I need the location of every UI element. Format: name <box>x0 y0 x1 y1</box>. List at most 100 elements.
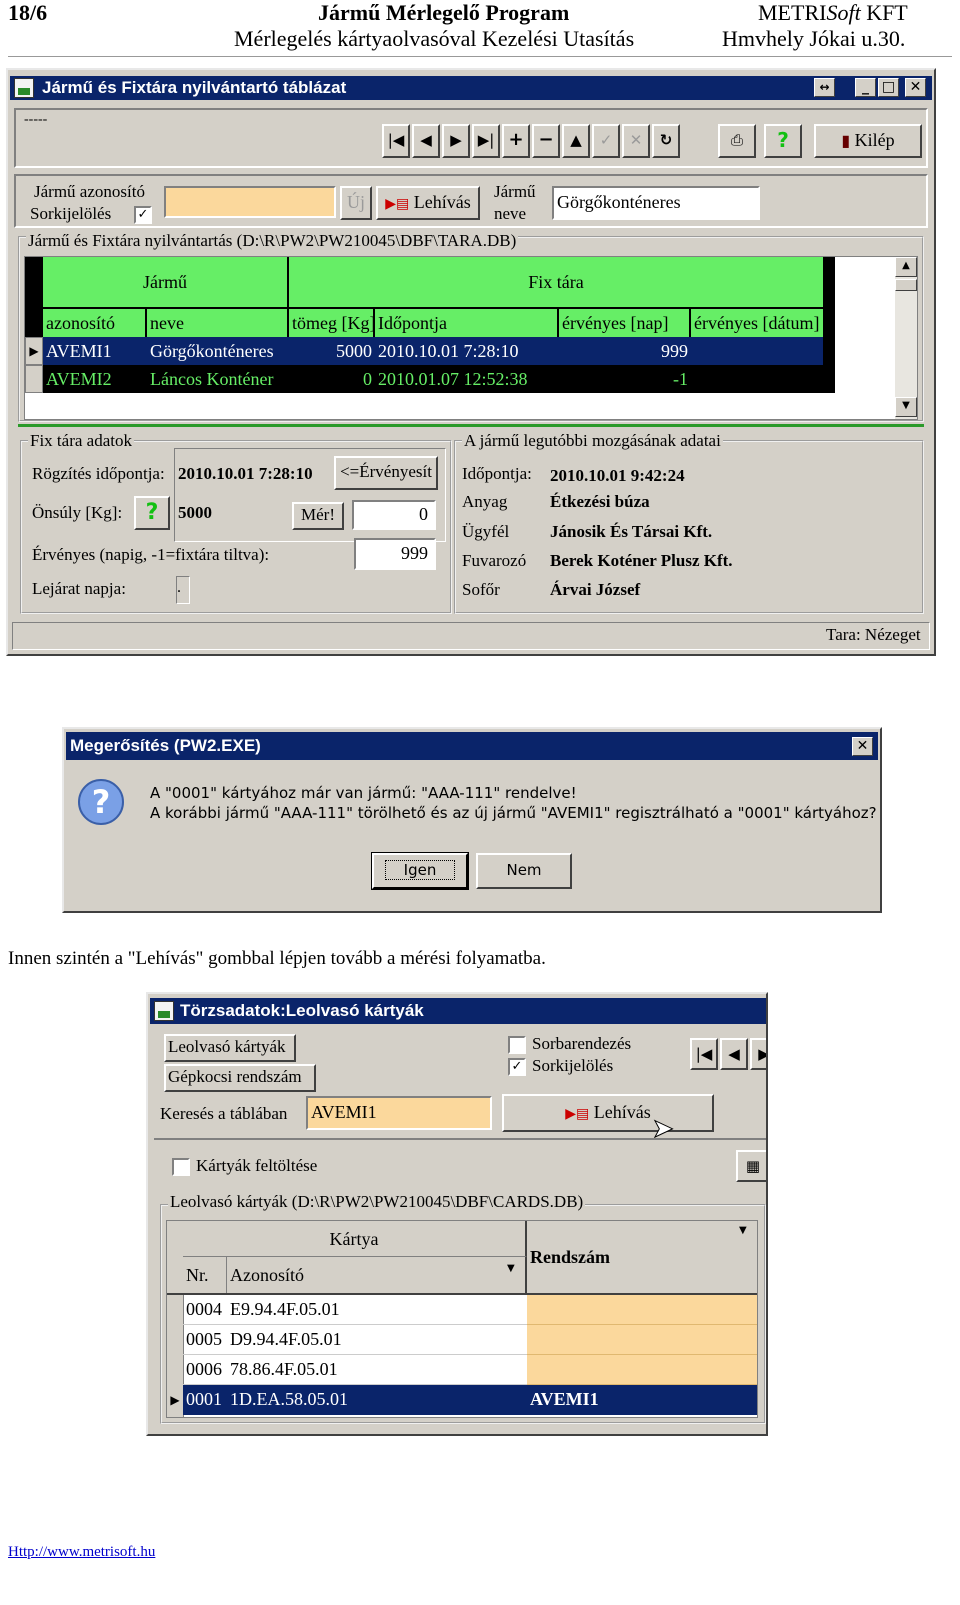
toolbar-panel: ----- |◀ ◀ ▶ ▶| + − ▲ ✓ ✕ ↻ ⎙ ? ▮ Kilép <box>14 108 928 168</box>
recall-button[interactable]: ▶▤ Lehívás <box>376 186 480 220</box>
measured-weight-field[interactable]: 0 <box>352 500 436 530</box>
column-header[interactable]: Azonosító <box>227 1257 527 1293</box>
search-input[interactable]: AVEMI1 <box>306 1096 492 1130</box>
print-icon[interactable]: ⎙ <box>718 124 756 158</box>
column-header[interactable]: érvényes [nap] <box>559 309 691 337</box>
scroll-down-icon[interactable]: ▼ <box>895 397 917 417</box>
column-header[interactable]: Nr. <box>183 1257 227 1293</box>
refresh-icon[interactable]: ↻ <box>652 124 680 158</box>
page-number: 18/6 <box>8 0 48 25</box>
validity-days-field[interactable]: 999 <box>354 538 436 570</box>
validity-label: Érvényes (napig, -1=fixtára tiltva): <box>32 545 270 564</box>
cards-group-title: Leolvasó kártyák (D:\R\PW2\PW210045\DBF\… <box>168 1192 586 1212</box>
minus-icon[interactable]: − <box>532 124 560 158</box>
scroll-thumb[interactable] <box>895 279 917 291</box>
company-name: METRISoft KFT <box>758 0 908 25</box>
column-header[interactable]: tömeg [Kg] <box>289 309 375 337</box>
column-header[interactable]: Rendszám <box>527 1221 757 1293</box>
cell[interactable]: 78.86.4F.05.01 <box>227 1355 527 1385</box>
first-icon[interactable]: |◀ <box>382 124 410 158</box>
status-text: Tara: Nézeget <box>826 625 921 644</box>
next-icon[interactable]: ▶ <box>442 124 470 158</box>
exit-button[interactable]: ▮ Kilép <box>814 124 922 158</box>
minimize-button[interactable]: _ <box>855 78 876 97</box>
scroll-up-icon[interactable]: ▲ <box>895 257 917 277</box>
vehicle-id-label: Jármű azonosító <box>34 182 145 201</box>
prev-icon[interactable]: ◀ <box>412 124 440 158</box>
header-gutter <box>25 257 43 337</box>
plus-icon[interactable]: + <box>502 124 530 158</box>
cell[interactable]: 0004 <box>183 1295 227 1325</box>
sort-arrow-icon: ▼ <box>739 1225 747 1236</box>
move-time-value: 2010.10.01 9:42:24 <box>550 466 685 485</box>
last-icon[interactable]: ▶| <box>472 124 500 158</box>
help-icon[interactable]: ? <box>764 124 802 158</box>
cards-window: Törzsadatok:Leolvasó kártyák Leolvasó ká… <box>146 992 768 1436</box>
next-icon[interactable]: ▶ <box>750 1038 766 1070</box>
upload-cards-label: Kártyák feltöltése <box>196 1156 318 1175</box>
sort-checkbox[interactable]: ✓ <box>134 206 152 224</box>
tare-help-button[interactable]: ? <box>134 496 170 530</box>
column-header[interactable]: azonosító <box>43 309 147 337</box>
cell: Görgőkonténeres <box>150 341 274 361</box>
resize-icon[interactable]: ↔ <box>814 78 835 97</box>
recall-button[interactable]: ▶▤ Lehívás <box>502 1094 714 1132</box>
expiry-label: Lejárat napja: <box>32 579 126 598</box>
cell[interactable]: E9.94.4F.05.01 <box>227 1295 527 1325</box>
sort-label: Sorbarendezés <box>532 1034 632 1053</box>
exit-label: Kilép <box>854 130 895 150</box>
dialog-close-button[interactable]: ✕ <box>852 737 873 756</box>
cell: AVEMI1 <box>530 1389 599 1409</box>
cell: 999 <box>661 341 688 361</box>
header-divider <box>8 56 952 57</box>
row-pointer-icon: ▶ <box>170 1393 180 1407</box>
last-movement-group-title: A jármű legutóbbi mozgásának adatai <box>462 431 723 451</box>
measure-button[interactable]: Mér! <box>292 502 344 530</box>
cell: AVEMI1 <box>46 341 112 361</box>
cell[interactable] <box>527 1295 757 1325</box>
prev-icon[interactable]: ◀ <box>720 1038 748 1070</box>
up-icon[interactable]: ▲ <box>562 124 590 158</box>
menu-label: ----- <box>24 112 48 127</box>
vehicle-id-input[interactable] <box>164 186 336 218</box>
cell[interactable] <box>527 1355 757 1385</box>
column-header[interactable]: Időpontja <box>375 309 559 337</box>
document-title: Jármű Mérlegelő Program <box>318 0 570 25</box>
cell: 2010.01.07 12:52:38 <box>378 369 528 389</box>
recall-label: Lehívás <box>593 1102 651 1122</box>
sort-label: Sorkijelölés <box>30 204 112 223</box>
yes-button[interactable]: Igen <box>371 852 469 890</box>
no-button[interactable]: Nem <box>476 853 572 889</box>
validate-button[interactable]: <=Érvényesít <box>334 456 438 490</box>
upload-cards-checkbox[interactable] <box>172 1158 190 1176</box>
question-icon: ? <box>78 779 124 825</box>
customer-value: Jánosik És Társai Kft. <box>550 522 713 541</box>
yes-label: Igen <box>384 860 456 880</box>
cell[interactable] <box>527 1325 757 1355</box>
tab-cards[interactable]: Leolvasó kártyák <box>164 1034 296 1062</box>
vertical-scrollbar[interactable]: ▲ ▼ <box>895 257 917 419</box>
material-value: Étkezési búza <box>550 492 650 511</box>
vehicle-name-label-2: neve <box>494 204 527 223</box>
cell[interactable]: 0006 <box>183 1355 227 1385</box>
instruction-text: Innen szintén a "Lehívás" gombbal lépjen… <box>8 948 546 969</box>
cell[interactable]: D9.94.4F.05.01 <box>227 1325 527 1355</box>
footer-link[interactable]: Http://www.metrisoft.hu <box>8 1544 155 1561</box>
sort-checkbox[interactable] <box>508 1036 526 1054</box>
header-gutter <box>167 1221 184 1293</box>
row-indicator <box>25 365 43 393</box>
separator <box>154 1138 766 1140</box>
maximize-button[interactable]: □ <box>878 78 899 97</box>
column-header[interactable]: neve <box>147 309 289 337</box>
vehicle-id-panel: Jármű azonosító Sorkijelölés ✓ Új ▶▤ Leh… <box>14 174 928 228</box>
dialog-message-line2: A korábbi jármű "AAA-111" törölhető és a… <box>150 804 877 822</box>
cell[interactable]: 0005 <box>183 1325 227 1355</box>
calendar-icon[interactable]: ▦ <box>736 1150 766 1182</box>
column-header[interactable]: érvényes [dátum] <box>691 309 823 337</box>
vehicle-table-group-title: Jármű és Fixtára nyilvántartás (D:\R\PW2… <box>26 231 519 251</box>
close-button[interactable]: ✕ <box>905 78 926 97</box>
tab-plates[interactable]: Gépkocsi rendszám <box>164 1064 316 1092</box>
row-select-checkbox[interactable]: ✓ <box>508 1058 526 1076</box>
search-label: Keresés a táblában <box>160 1104 288 1123</box>
first-icon[interactable]: |◀ <box>690 1038 718 1070</box>
